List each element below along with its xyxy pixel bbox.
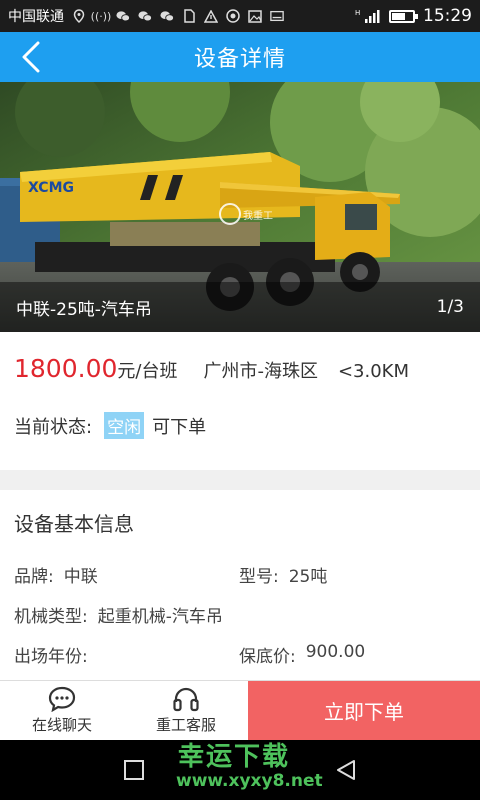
info-cell-min-price: 保底价: 900.00 [239,642,464,667]
clock: 15:29 [423,6,472,26]
info-row: 品牌: 中联 型号: 25吨 [14,554,464,594]
chevron-left-icon [22,41,40,73]
back-nav-icon[interactable] [334,758,358,782]
back-button[interactable] [14,40,48,74]
keyboard-icon [270,9,284,23]
status-badge: 空闲 [104,412,145,439]
equipment-details: 1800.00 元/台班 广州市-海珠区 <3.0KM 当前状态: 空闲 可下单… [0,332,480,680]
basic-info-grid: 品牌: 中联 型号: 25吨 机械类型: 起重机械-汽车吊 出场年份: 保底价:… [14,554,464,674]
photo-watermark: 我重工 [243,209,273,222]
price-amount: 1800.00 [14,354,118,383]
wechat-icon-2 [138,9,152,23]
basic-info-title: 设备基本信息 [14,512,134,536]
watermark-url: www.xyxy8.net [176,771,323,791]
online-chat-button[interactable]: 在线聊天 [0,681,124,740]
info-cell-year: 出场年份: [14,642,239,667]
status-row: 当前状态: 空闲 可下单 [14,412,206,439]
info-value: 25吨 [288,566,328,587]
info-cell-machine-type: 机械类型: 起重机械-汽车吊 [14,602,464,627]
equipment-photo-carousel[interactable]: XCMG 我重工 中联-25吨-汽车吊 1/3 [0,82,480,332]
info-label: 机械类型: [14,606,88,627]
watermark-text: 幸运下载 [178,742,291,772]
app-icon [226,9,240,23]
customer-service-label: 重工客服 [155,716,216,734]
distance-text: <3.0KM [337,361,410,382]
wechat-icon [116,9,130,23]
sim-card-icon [182,9,196,23]
info-label: 型号: [239,566,279,587]
info-label: 出场年份: [14,646,88,667]
battery-icon [389,9,418,23]
warning-icon [204,9,218,23]
info-label: 保底价: [239,646,296,667]
info-cell-model: 型号: 25吨 [239,562,464,587]
image-icon [248,9,262,23]
info-value: 900.00 [305,641,366,662]
carrier-label: 中国联通 [8,9,64,25]
crane-logo: XCMG [28,180,74,196]
status-label: 当前状态: [14,416,93,438]
price-row: 1800.00 元/台班 广州市-海珠区 <3.0KM [14,354,464,383]
app-header: 设备详情 [0,32,480,82]
customer-service-button[interactable]: 重工客服 [124,681,248,740]
photo-caption-bar: 中联-25吨-汽车吊 1/3 [0,282,480,332]
price-unit: 元/台班 [117,361,178,382]
location-text: 广州市-海珠区 [203,361,318,382]
order-now-button[interactable]: 立即下单 [248,681,480,740]
location-icon [72,9,86,23]
info-value: 起重机械-汽车吊 [97,606,223,627]
info-row: 出场年份: 保底价: 900.00 [14,634,464,674]
photo-page-indicator: 1/3 [436,297,464,317]
bottom-action-bar: 在线聊天 重工客服 立即下单 [0,680,480,740]
page-title: 设备详情 [193,47,286,72]
status-bar: 中国联通 ((·)) H 15:29 [0,0,480,32]
equipment-name: 中联-25吨-汽车吊 [16,299,152,320]
section-divider [0,470,480,490]
svg-text:H: H [355,9,360,17]
info-label: 品牌: [14,566,54,587]
wechat-icon-3 [160,9,174,23]
online-chat-label: 在线聊天 [31,716,92,734]
info-row: 机械类型: 起重机械-汽车吊 [14,594,464,634]
status-note: 可下单 [152,416,207,438]
chat-bubble-icon [48,686,76,712]
headset-icon [173,687,199,712]
info-cell-brand: 品牌: 中联 [14,562,239,587]
hotspot-icon: ((·)) [90,9,112,23]
recent-apps-icon[interactable] [122,758,146,782]
signal-icon: H [355,9,381,23]
info-value: 中联 [63,566,98,587]
